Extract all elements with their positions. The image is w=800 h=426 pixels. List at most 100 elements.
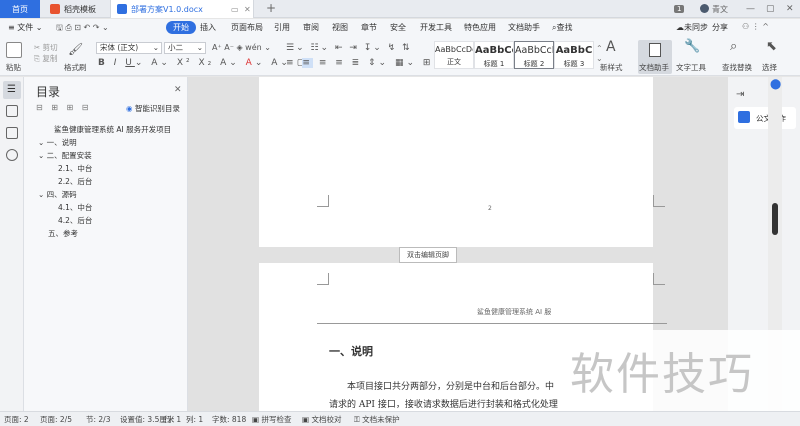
style-heading-1[interactable]: AaBbCc 标题 1 <box>474 41 514 69</box>
file-menu[interactable]: ≡ 文件 ⌄ <box>8 22 43 33</box>
wrench-icon: 🔧 <box>684 39 701 54</box>
close-icon[interactable]: ✕ <box>174 85 182 95</box>
share-button[interactable]: 分享 <box>712 22 728 33</box>
style-preview: AaBbC <box>555 45 593 56</box>
collapse-icon[interactable]: ⇥ <box>736 89 744 100</box>
menu-chapter[interactable]: 章节 <box>361 22 377 33</box>
style-name: 标题 2 <box>523 60 545 68</box>
doc-assistant-button[interactable]: 文档助手 <box>638 40 672 74</box>
copy-button[interactable]: ⎘ 复制 <box>34 53 57 64</box>
style-preview: AaBbCcI <box>515 45 553 56</box>
menu-start[interactable]: 开始 <box>166 21 196 34</box>
bookmark-icon[interactable] <box>6 127 18 139</box>
menu-security[interactable]: 安全 <box>390 22 406 33</box>
font-name-select[interactable]: 宋体 (正文) ⌄ <box>96 42 162 54</box>
document-icon <box>649 43 661 57</box>
rail-toc-button[interactable]: ☰ <box>3 81 21 99</box>
tab-document[interactable]: 部署方案V1.0.docx ▭ ✕ <box>110 0 254 18</box>
menu-review[interactable]: 审阅 <box>303 22 319 33</box>
style-name: 正文 <box>447 58 461 66</box>
new-style-button[interactable]: 新样式 <box>600 62 623 73</box>
style-preview: AaBbCcDd <box>435 45 473 54</box>
find-replace-button[interactable]: 查找替换 <box>722 62 752 73</box>
sync-status[interactable]: ☁未同步 <box>676 22 708 33</box>
quick-access-icons[interactable]: 🖫 ⎙ ⊡ ↶ ↷ ⌄ <box>56 22 109 36</box>
ribbon-options-icons[interactable]: ⚇ ⋮ ^ <box>742 22 769 31</box>
word-doc-icon <box>117 4 127 14</box>
toc-title: 目录 <box>36 85 61 99</box>
find-icon[interactable] <box>6 149 18 161</box>
alignment-icons[interactable]: ≡ ≡ ≡ ≡ ≣ ⇕⌄ ▦⌄ ⊞⌄ <box>286 58 444 68</box>
style-heading-2[interactable]: AaBbCcI 标题 2 <box>514 41 554 69</box>
new-tab-icon[interactable]: + <box>266 1 276 15</box>
crop-mark <box>653 273 665 285</box>
menu-features[interactable]: 特色应用 <box>464 22 496 33</box>
style-heading-3[interactable]: AaBbC 标题 3 <box>554 41 594 69</box>
menu-search[interactable]: ⌕查找 <box>552 22 572 33</box>
tab-bar: 首页 稻壳模板 部署方案V1.0.docx ▭ ✕ + 1 青文 — ▢ ✕ <box>0 0 800 18</box>
menu-doc-assistant[interactable]: 文档助手 <box>508 22 540 33</box>
location-icon[interactable]: ⬤ <box>770 79 781 90</box>
list-indent-icons[interactable]: ☰⌄ ☷⌄ ⇤ ⇥ ↧⌄ ↯ ⇅ <box>286 43 412 53</box>
tab-store-label: 稻壳模板 <box>64 4 96 14</box>
tab-template-store[interactable]: 稻壳模板 <box>44 0 108 18</box>
left-rail: ☰ <box>0 77 24 411</box>
style-normal[interactable]: AaBbCcDd 正文 <box>434 41 474 69</box>
toc-item-2-1[interactable]: 2.1、中台 <box>58 163 92 174</box>
watermark-text: 软件技巧 <box>570 349 754 400</box>
tab-home[interactable]: 首页 <box>0 0 40 18</box>
styles-scroll-icon[interactable]: ⌃ ⌄ <box>596 44 603 64</box>
page-1[interactable]: 2 <box>259 77 665 247</box>
toc-item-2[interactable]: ⌄ 二、配置安装 <box>38 150 92 161</box>
format-painter-button[interactable]: 格式刷 <box>64 62 87 73</box>
tab-window-icon[interactable]: ▭ <box>231 5 239 14</box>
doc-protect-status[interactable]: ⚿ 文档未保护 <box>354 414 400 425</box>
smart-toc-icon: ◉ <box>126 104 133 113</box>
page-count-badge: 1 <box>674 5 685 13</box>
font-grow-shrink-icons[interactable]: A⁺ A⁻ ◈ wén ⌄ <box>212 43 271 53</box>
toc-item-4-1[interactable]: 4.1、中台 <box>58 202 92 213</box>
paste-button[interactable]: 粘贴 <box>6 62 21 73</box>
close-window-icon[interactable]: ✕ <box>786 4 794 14</box>
chevron-down-icon: ⌄ <box>152 43 159 52</box>
select-button[interactable]: 选择 <box>762 62 777 73</box>
toc-item-4-2[interactable]: 4.2、后台 <box>58 215 92 226</box>
chevron-down-icon: ⌄ <box>196 43 203 52</box>
edit-footer-tip[interactable]: 双击编辑页脚 <box>399 247 457 263</box>
official-writing-button[interactable]: 公文写作 <box>734 107 796 129</box>
status-words[interactable]: 字数: 818 <box>212 414 246 425</box>
status-page: 页面: 2 <box>4 415 29 424</box>
user-name[interactable]: 青文 <box>712 4 728 15</box>
toc-item-2-2[interactable]: 2.2、后台 <box>58 176 92 187</box>
pages-icon[interactable] <box>6 105 18 117</box>
sync-label: 未同步 <box>684 23 708 32</box>
scrollbar-thumb[interactable] <box>772 203 778 235</box>
format-painter-icon[interactable]: 🖌 <box>68 42 83 56</box>
page-header-text: 鲨鱼健康管理系统 AI 服 <box>477 308 552 316</box>
status-pages[interactable]: 页面: 2/5 <box>40 414 72 425</box>
font-format-icons[interactable]: B I U⌄ A⌄ X² X₂ A⌄ A⌄ A⌄ ▢ <box>98 58 308 68</box>
menu-view[interactable]: 视图 <box>332 22 348 33</box>
toc-item-1[interactable]: ⌄ 一、说明 <box>38 137 77 148</box>
tab-close-icon[interactable]: ✕ <box>244 5 251 14</box>
menu-insert[interactable]: 插入 <box>200 22 216 33</box>
menu-page-layout[interactable]: 页面布局 <box>231 22 263 33</box>
toc-level-buttons[interactable]: ⊟ ⊞ ⊞ ⊟ <box>36 103 91 112</box>
copy-label: 复制 <box>42 54 58 63</box>
doc-proof-button[interactable]: ▣ 文档校对 <box>302 414 341 425</box>
new-style-icon[interactable]: A <box>606 40 616 54</box>
maximize-icon[interactable]: ▢ <box>766 4 775 14</box>
toc-item-5[interactable]: 五、参考 <box>48 228 78 239</box>
paste-icon[interactable] <box>6 42 22 58</box>
minimize-icon[interactable]: — <box>746 4 755 14</box>
menu-dev-tools[interactable]: 开发工具 <box>420 22 452 33</box>
avatar[interactable] <box>700 4 709 13</box>
font-size-select[interactable]: 小二 ⌄ <box>164 42 206 54</box>
spell-check-toggle[interactable]: ▣ 拼写检查 <box>252 414 291 425</box>
menu-references[interactable]: 引用 <box>274 22 290 33</box>
cut-button[interactable]: ✂ 剪切 <box>34 42 58 53</box>
toc-item-doc-title[interactable]: 鲨鱼健康管理系统 AI 服务开发项目 <box>54 124 171 135</box>
text-tools-button[interactable]: 文字工具 <box>676 62 706 73</box>
toc-item-4[interactable]: ⌄ 四、源码 <box>38 189 77 200</box>
smart-toc-button[interactable]: ◉ 智能识别目录 <box>126 103 180 114</box>
